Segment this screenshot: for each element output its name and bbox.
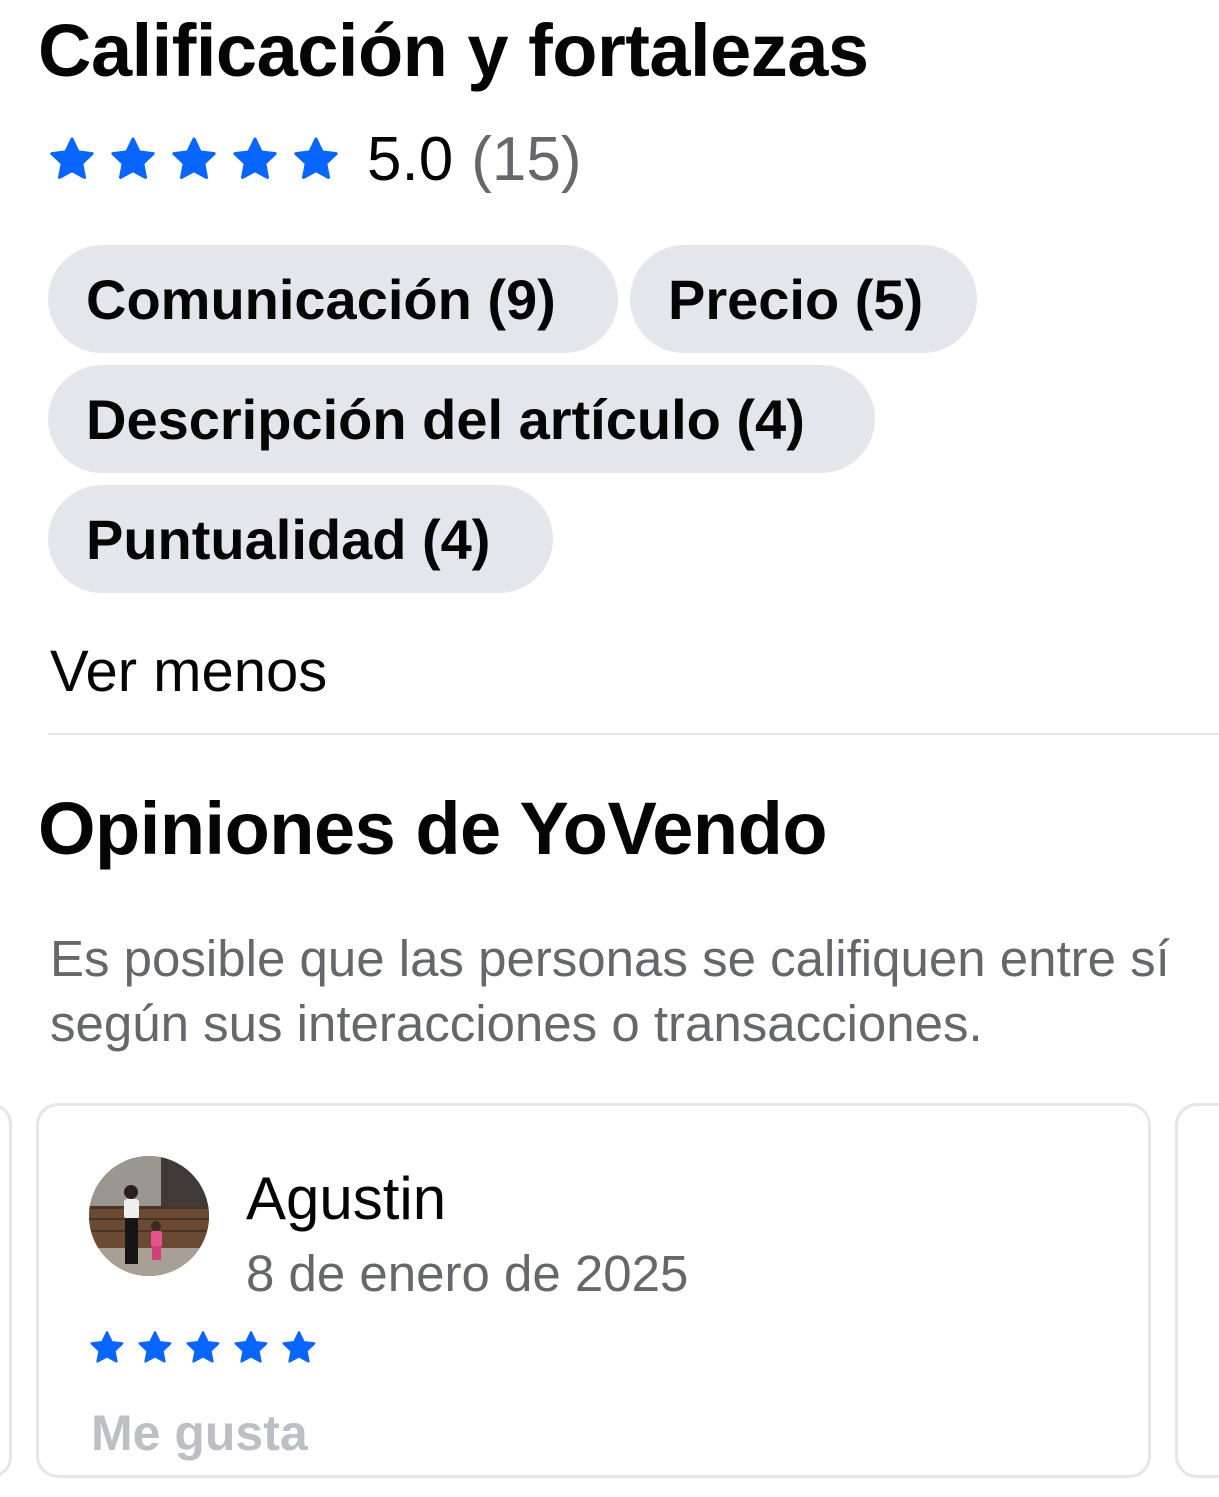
avatar-photo (89, 1156, 209, 1276)
strength-chip-punctuality[interactable]: Puntualidad (4) (48, 485, 553, 593)
star-icon (89, 1330, 125, 1365)
star-icon (233, 1330, 269, 1365)
see-less-link[interactable]: Ver menos (50, 638, 327, 705)
star-icon (281, 1330, 317, 1365)
star-icon (292, 136, 340, 182)
strength-chip-communication[interactable]: Comunicación (9) (48, 245, 618, 353)
user-avatar[interactable] (89, 1156, 209, 1276)
review-card-previous[interactable] (0, 1103, 12, 1478)
strength-chip-price[interactable]: Precio (5) (630, 245, 977, 353)
reviewer-name[interactable]: Agustin (246, 1164, 446, 1233)
reviews-description: Es posible que las personas se califique… (50, 930, 1170, 1052)
star-icon (185, 1330, 221, 1365)
rating-value: 5.0 (367, 124, 454, 194)
review-card[interactable]: Agustin 8 de enero de 2025 Me gusta (36, 1103, 1151, 1478)
section-divider (48, 733, 1219, 735)
review-stars (89, 1330, 329, 1365)
review-card-next[interactable] (1175, 1103, 1219, 1478)
rating-stars (48, 136, 353, 182)
rating-summary: 5.0 (15) (48, 122, 581, 196)
like-button[interactable]: Me gusta (91, 1404, 308, 1462)
rating-count: (15) (471, 124, 582, 194)
star-icon (48, 136, 96, 182)
reviews-section-title: Opiniones de YoVendo (38, 787, 828, 870)
star-icon (231, 136, 279, 182)
review-date: 8 de enero de 2025 (246, 1245, 689, 1302)
rating-section-title: Calificación y fortalezas (38, 9, 869, 92)
star-icon (170, 136, 218, 182)
star-icon (109, 136, 157, 182)
star-icon (137, 1330, 173, 1365)
strength-chip-item-description[interactable]: Descripción del artículo (4) (48, 365, 875, 473)
